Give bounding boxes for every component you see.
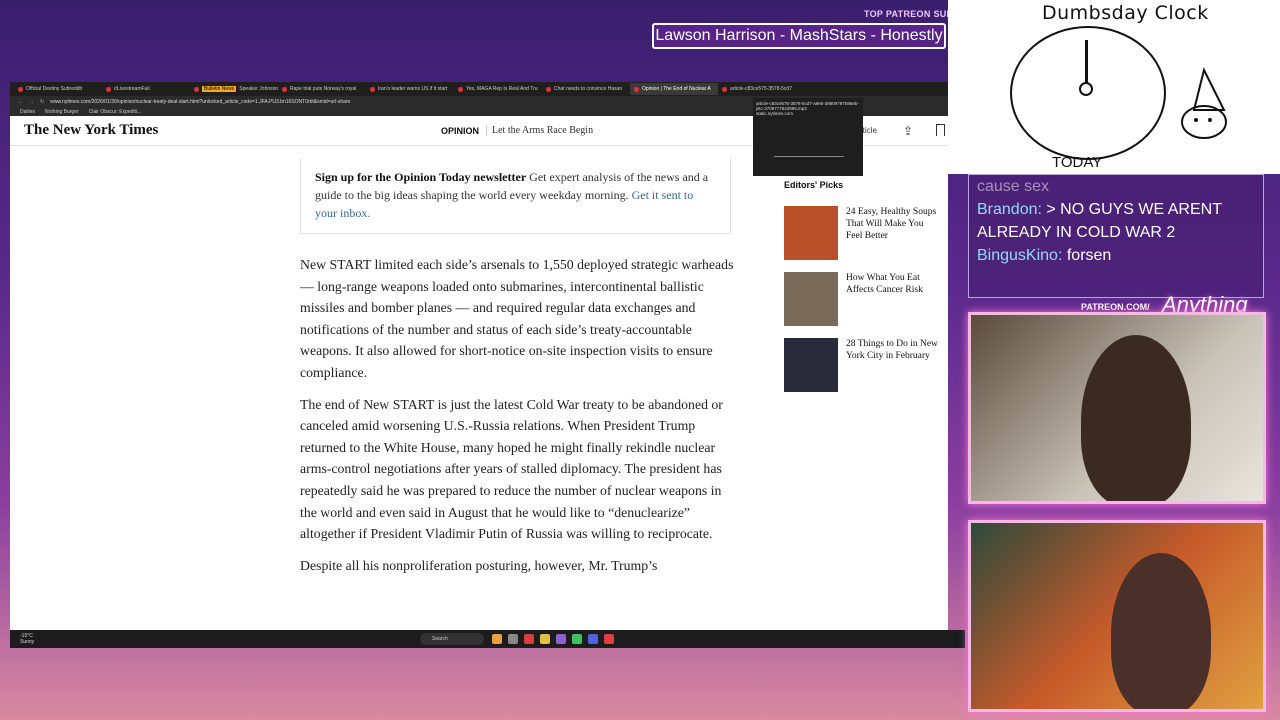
chat-text: forsen	[1066, 247, 1112, 264]
share-icon[interactable]: ⇪	[903, 124, 913, 138]
dumbsday-clock-panel: Dumbsday Clock TODAY	[948, 0, 1280, 174]
tab-label: article-c83ce575-3578-5cd7	[730, 86, 792, 92]
webcam-1	[968, 312, 1266, 504]
article-paragraph: Despite all his nonproliferation posturi…	[300, 557, 658, 573]
pick-headline[interactable]: 24 Easy, Healthy Soups That Will Make Yo…	[846, 206, 940, 260]
browser-window: Official Destiny Subreddit r/LivestreamFa…	[10, 82, 948, 630]
browser-tab[interactable]: article-c83ce575-3578-5cd7	[718, 83, 806, 95]
app-icon[interactable]	[588, 634, 598, 644]
tab-label: Iran's leader warns US if it start	[378, 86, 448, 92]
app-icon[interactable]	[524, 634, 534, 644]
browser-tab[interactable]: Rape trial puts Norway's royal	[278, 83, 366, 95]
bookmark-dailies[interactable]: Dailies	[20, 109, 35, 115]
favicon-icon	[458, 86, 463, 92]
taskbar-apps	[492, 634, 614, 644]
download-tooltip: article-c83ce575-3578-5cd7-a9eb-d9809797…	[753, 98, 863, 176]
favicon-icon	[106, 86, 111, 92]
tab-label: Official Destiny Subreddit	[26, 86, 83, 92]
pick-thumbnail[interactable]	[784, 338, 838, 392]
tab-label: Chat needs to convince Hasan	[554, 86, 623, 92]
editors-pick-item[interactable]: How What You Eat Affects Cancer Risk	[784, 272, 940, 326]
newsletter-title: Sign up for the Opinion Today newsletter	[315, 170, 527, 184]
editors-picks: Editors' Picks 24 Easy, Healthy Soups Th…	[784, 180, 940, 404]
reload-icon[interactable]: ↻	[40, 99, 44, 105]
browser-tab[interactable]: Opinion | The End of Nuclear A	[630, 83, 718, 95]
pick-headline[interactable]: How What You Eat Affects Cancer Risk	[846, 272, 940, 326]
now-playing-banner: Lawson Harrison - MashStars - Honestly	[652, 23, 946, 49]
favicon-icon	[194, 86, 199, 92]
tab-bar: Official Destiny Subreddit r/LivestreamFa…	[10, 82, 948, 96]
editors-pick-item[interactable]: 24 Easy, Healthy Soups That Will Make Yo…	[784, 206, 940, 260]
taskbar-search[interactable]: Search	[420, 633, 484, 645]
save-bookmark-icon[interactable]	[936, 124, 945, 136]
favicon-icon	[18, 86, 23, 92]
app-icon[interactable]	[604, 634, 614, 644]
chat-overlay: cause sex Brandon: > NO GUYS WE ARENT AL…	[968, 174, 1264, 298]
chat-text: cause sex	[977, 178, 1050, 195]
clock-title: Dumbsday Clock	[1042, 2, 1209, 24]
pick-thumbnail[interactable]	[784, 272, 838, 326]
favicon-icon	[722, 86, 727, 92]
tooltip-progress-line	[774, 156, 844, 157]
browser-tab[interactable]: Official Destiny Subreddit	[14, 83, 102, 95]
tab-label: r/LivestreamFail	[114, 86, 150, 92]
tab-label: Speaker Johnson is 'confident'	[239, 86, 278, 92]
streamer-silhouette	[1081, 335, 1191, 501]
browser-tab[interactable]: Chat needs to convince Hasan	[542, 83, 630, 95]
app-icon[interactable]	[540, 634, 550, 644]
section-label[interactable]: OPINION	[441, 126, 479, 136]
favicon-icon	[546, 86, 551, 92]
pick-headline[interactable]: 28 Things to Do in New York City in Febr…	[846, 338, 940, 392]
chat-username: Brandon:	[977, 201, 1042, 218]
top-patreon-subs-label: TOP PATREON SUBS	[864, 9, 960, 19]
chat-message: Brandon: > NO GUYS WE ARENT ALREADY IN C…	[969, 198, 1263, 244]
back-icon[interactable]: ←	[18, 99, 23, 105]
tab-group-badge[interactable]: Bulletin News	[202, 86, 237, 92]
app-icon[interactable]	[556, 634, 566, 644]
tab-label: Opinion | The End of Nuclear A	[642, 86, 711, 92]
browser-tab[interactable]: Bulletin NewsSpeaker Johnson is 'confide…	[190, 83, 278, 95]
pick-thumbnail[interactable]	[784, 206, 838, 260]
article-body: New START limited each side’s arsenals t…	[300, 254, 736, 586]
app-icon[interactable]	[492, 634, 502, 644]
editors-pick-item[interactable]: 28 Things to Do in New York City in Febr…	[784, 338, 940, 392]
webcam-2	[968, 520, 1266, 712]
app-icon[interactable]	[508, 634, 518, 644]
tooltip-title: article-c83ce575-3578-5cd7-a9eb-d9809797…	[756, 101, 859, 111]
newsletter-box: Sign up for the Opinion Today newsletter…	[300, 158, 731, 234]
forward-icon[interactable]: →	[29, 99, 34, 105]
app-icon[interactable]	[572, 634, 582, 644]
article-kicker: Let the Arms Race Begin	[486, 125, 593, 136]
chat-message: cause sex	[969, 175, 1263, 198]
bookmark-nothing-burger[interactable]: Nothing Burger	[45, 109, 79, 115]
favicon-icon	[634, 86, 639, 92]
chat-message: BingusKino: forsen	[969, 244, 1263, 267]
editors-picks-title: Editors' Picks	[784, 180, 844, 190]
article-paragraph: New START limited each side’s arsenals t…	[300, 257, 734, 380]
tooltip-host: static.nytimes.com	[756, 111, 794, 116]
weather-condition: Sunny	[20, 639, 35, 645]
nyt-logo[interactable]: The New York Times	[24, 122, 158, 139]
browser-tab[interactable]: Iran's leader warns US if it start	[366, 83, 454, 95]
clock-pivot	[1079, 82, 1093, 96]
tab-label: Rape trial puts Norway's royal	[290, 86, 357, 92]
patreon-url: PATREON.COM/	[1081, 302, 1150, 312]
chat-username: BingusKino:	[977, 247, 1063, 264]
windows-taskbar: -15°C Sunny Search	[10, 630, 965, 648]
guest-silhouette	[1111, 553, 1211, 709]
article-paragraph: The end of New START is just the latest …	[300, 396, 723, 542]
browser-tab[interactable]: Yes, MAGA Rep Is Real And Tru	[454, 83, 542, 95]
cat-wizard-drawing	[1181, 67, 1227, 139]
weather-widget[interactable]: -15°C Sunny	[20, 633, 34, 645]
tab-label: Yes, MAGA Rep Is Real And Tru	[466, 86, 538, 92]
browser-tab[interactable]: r/LivestreamFail	[102, 83, 190, 95]
clock-today-label: TODAY	[1052, 154, 1103, 171]
favicon-icon	[282, 86, 287, 92]
clock-hand	[1085, 40, 1088, 88]
favicon-icon	[370, 86, 375, 92]
bookmark-clair-obscur[interactable]: Clair Obscur: Expediti...	[89, 109, 142, 115]
